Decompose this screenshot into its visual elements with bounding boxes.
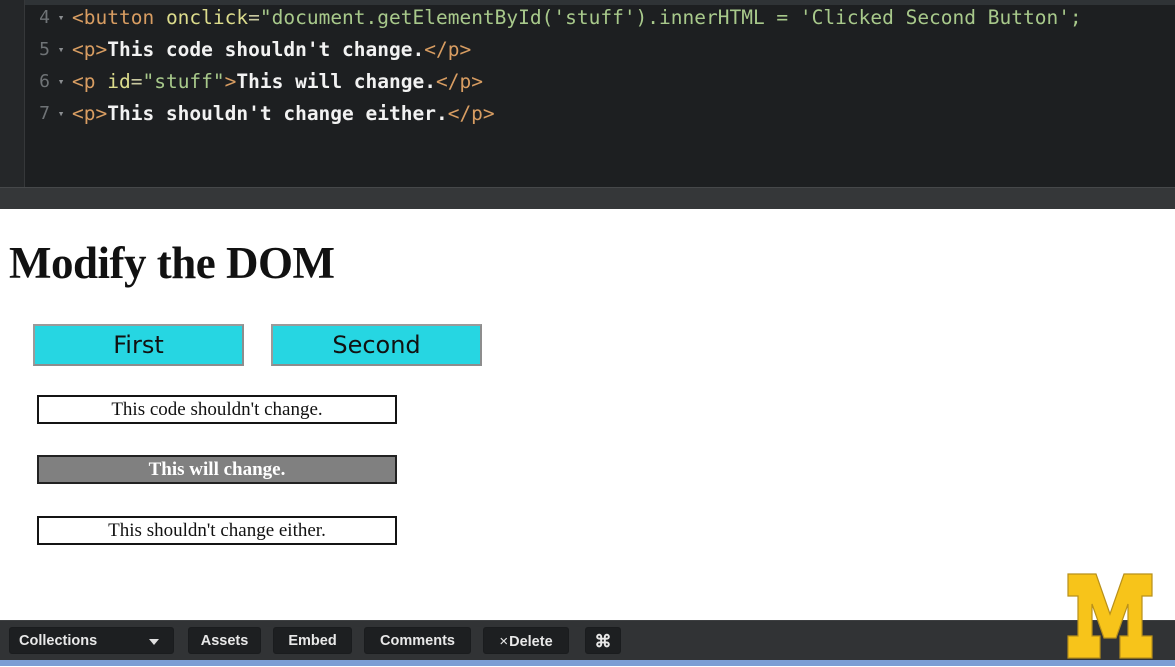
- delete-button[interactable]: ×Delete: [483, 627, 569, 654]
- code-token-str: "document.getElementById('stuff').innerH…: [259, 6, 1082, 29]
- code-line[interactable]: 4 ▾ <button onclick="document.getElementBy…: [26, 2, 1175, 34]
- code-editor-pane[interactable]: 4 ▾ <button onclick="document.getElementBy…: [0, 0, 1175, 187]
- code-token-text: This shouldn't change either.: [107, 102, 448, 125]
- code-token-attr: onclick: [165, 6, 249, 29]
- close-icon: ×: [499, 633, 509, 650]
- university-of-michigan-m-icon: [1060, 570, 1160, 662]
- bottom-toolbar: Collections Assets Embed Comments ×Delet…: [0, 620, 1175, 661]
- editor-gutter: [0, 0, 25, 187]
- code-token-text: This code shouldn't change.: [107, 38, 425, 61]
- assets-button[interactable]: Assets: [188, 627, 261, 654]
- fold-triangle-icon[interactable]: ▾: [50, 98, 72, 130]
- fold-triangle-icon[interactable]: ▾: [50, 66, 72, 98]
- line-number: 6: [39, 71, 50, 92]
- code-token-tag: >: [224, 70, 237, 93]
- fold-triangle-icon[interactable]: ▾: [50, 2, 72, 34]
- embed-button[interactable]: Embed: [273, 627, 352, 654]
- code-line[interactable]: 7 ▾ <p>This shouldn't change either.</p>: [26, 98, 1175, 130]
- chevron-down-icon: [149, 639, 159, 645]
- comments-button[interactable]: Comments: [364, 627, 471, 654]
- line-number: 4: [39, 7, 50, 28]
- code-token-text_space: [154, 6, 166, 29]
- fold-triangle-icon[interactable]: ▾: [50, 34, 72, 66]
- code-line[interactable]: 6 ▾ <p id="stuff">This will change.</p>: [26, 66, 1175, 98]
- code-token-tag: </p>: [424, 38, 472, 61]
- code-line[interactable]: 5 ▾ <p>This code shouldn't change.</p>: [26, 34, 1175, 66]
- code-token-op: =: [130, 70, 143, 93]
- first-button[interactable]: First: [33, 324, 244, 366]
- delete-label: Delete: [509, 634, 553, 650]
- second-button[interactable]: Second: [271, 324, 482, 366]
- code-token-tag: </p>: [436, 70, 483, 93]
- preview-result-pane[interactable]: Modify the DOM First Second This code sh…: [0, 209, 1175, 620]
- code-token-str: "stuff": [142, 70, 225, 93]
- code-token-attr: id: [107, 70, 131, 93]
- pane-divider-handle[interactable]: [0, 187, 1175, 210]
- code-token-text: This will change.: [236, 70, 436, 93]
- code-lines-container[interactable]: 4 ▾ <button onclick="document.getElementBy…: [26, 2, 1175, 130]
- line-number: 7: [39, 103, 50, 124]
- page-title: Modify the DOM: [9, 238, 335, 288]
- collections-label: Collections: [19, 633, 98, 649]
- paragraph-mutable-stuff: This will change.: [37, 455, 397, 484]
- code-token-tag: <p>: [72, 38, 108, 61]
- command-key-icon[interactable]: ⌘: [585, 627, 621, 654]
- collections-dropdown[interactable]: Collections: [9, 627, 174, 654]
- paragraph-static-first: This code shouldn't change.: [37, 395, 397, 424]
- code-token-tag: <button: [72, 6, 155, 29]
- code-token-tag: </p>: [447, 102, 495, 125]
- code-token-op: =: [248, 6, 260, 29]
- paragraph-static-second: This shouldn't change either.: [37, 516, 397, 545]
- code-token-tag: <p>: [72, 102, 108, 125]
- code-token-tag: <p: [72, 70, 96, 93]
- bottom-accent-strip: [0, 660, 1175, 666]
- line-number: 5: [39, 39, 50, 60]
- code-token-text_space: [95, 70, 107, 93]
